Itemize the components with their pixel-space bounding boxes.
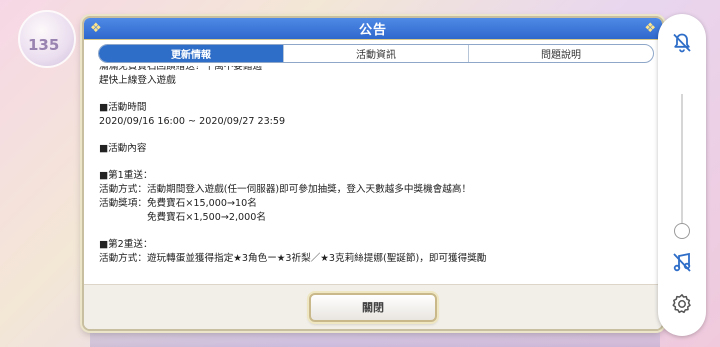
tab-update-info[interactable]: 更新情報: [99, 45, 284, 62]
content-line: 2020/09/16 16:00 ~ 2020/09/27 23:59: [99, 116, 286, 127]
content-spacer: [99, 225, 662, 238]
content-line: 趕快上線登入遊戲: [99, 75, 176, 86]
volume-slider-track[interactable]: [681, 94, 683, 230]
content-line: 滿滿免費寶石回饋贈送！千萬不要錯過: [99, 66, 263, 72]
content-line: 活動方式：活動期間登入遊戲(任一伺服器)即可參加抽獎，登入天數越多中獎機會越高！: [99, 184, 472, 195]
ornament-icon: ❖: [90, 21, 102, 36]
close-button[interactable]: 關閉: [309, 292, 437, 322]
ornament-icon: ❖: [644, 21, 656, 36]
background-badge-count: 135: [28, 36, 60, 54]
dialog-title: 公告: [358, 23, 387, 38]
content-line: 免費寶石×1,500→2,000名: [99, 212, 266, 223]
content-line: ■活動時間: [99, 102, 147, 113]
tab-event-info[interactable]: 活動資訊: [284, 45, 469, 62]
tab-faq[interactable]: 問題說明: [469, 45, 653, 62]
content-spacer: [99, 129, 662, 142]
content-line: ■第1重送：: [99, 170, 153, 181]
content-line: 活動方式：遊玩轉蛋並獲得指定★3角色ー★3祈梨／★3克莉絲提娜(聖誕節)，即可獲…: [99, 253, 487, 264]
dialog-footer: 關閉: [84, 284, 662, 329]
content-spacer: [99, 88, 662, 101]
content-line: ■活動內容: [99, 143, 147, 154]
volume-slider-thumb[interactable]: [674, 223, 690, 239]
content-spacer: [99, 156, 662, 169]
side-control-panel: [658, 14, 706, 336]
gear-icon[interactable]: [670, 292, 694, 316]
announcement-dialog: ❖ 公告 ❖ 更新情報 活動資訊 問題說明 滿滿免費寶石回饋贈送！千萬不要錯過趕…: [82, 16, 664, 331]
bell-off-icon[interactable]: [670, 31, 694, 55]
announcement-content[interactable]: 滿滿免費寶石回饋贈送！千萬不要錯過趕快上線登入遊戲 ■活動時間 2020/09/16…: [84, 66, 662, 288]
tab-bar: 更新情報 活動資訊 問題說明: [98, 44, 654, 63]
dialog-header: ❖ 公告 ❖: [84, 18, 662, 40]
content-line: 活動獎項：免費寶石×15,000→10名: [99, 198, 257, 209]
music-off-icon[interactable]: [670, 250, 694, 274]
content-line: ■第2重送：: [99, 239, 153, 250]
background-badge: 135: [18, 10, 76, 68]
